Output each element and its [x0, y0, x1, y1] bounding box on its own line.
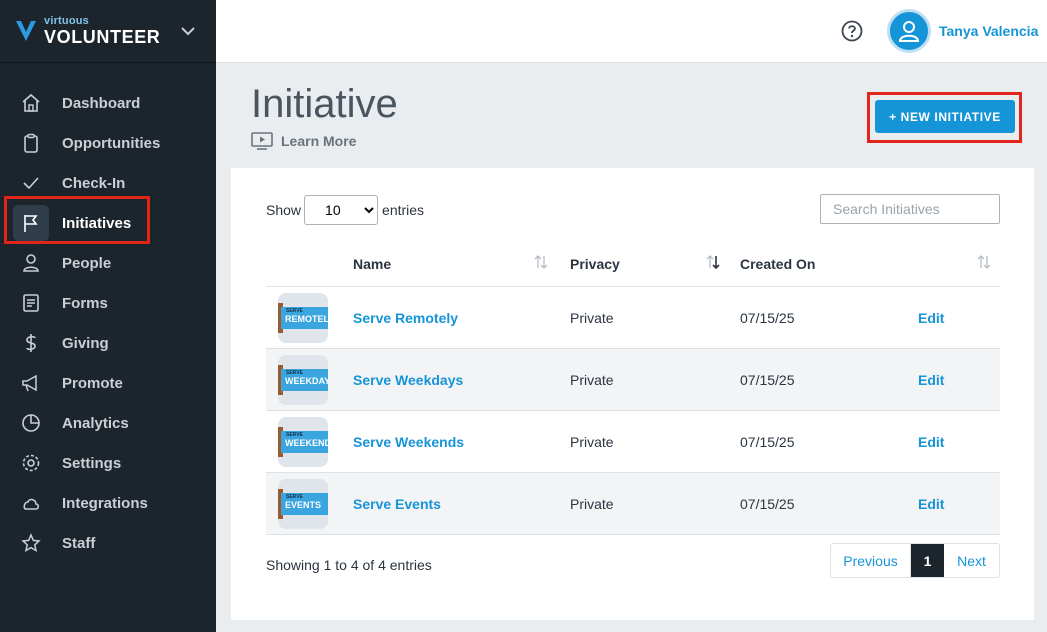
initiative-thumbnail: SERVE WEEKDAYS [278, 355, 328, 405]
sidebar-item-label: People [62, 254, 112, 272]
entries-label: entries [382, 202, 425, 218]
cloud-icon [20, 492, 42, 514]
column-header-privacy[interactable]: Privacy [570, 256, 620, 272]
column-header-name[interactable]: Name [353, 256, 391, 272]
privacy-cell: Private [570, 496, 614, 512]
initiative-thumbnail: SERVE WEEKENDS [278, 417, 328, 467]
created-on-cell: 07/15/25 [740, 434, 795, 450]
sidebar-item-label: Forms [62, 294, 108, 312]
privacy-cell: Private [570, 372, 614, 388]
home-icon [20, 92, 42, 114]
edit-link[interactable]: Edit [918, 372, 944, 388]
top-bar: Tanya Valencia [216, 0, 1047, 63]
sidebar-item-label: Check-In [62, 174, 126, 192]
initiative-name-link[interactable]: Serve Events [353, 496, 441, 512]
initiative-name-link[interactable]: Serve Remotely [353, 310, 458, 326]
user-icon [898, 21, 920, 42]
sidebar-item-people[interactable]: People [0, 243, 216, 283]
table-row: SERVE REMOTELY Serve Remotely Private 07… [266, 287, 1000, 349]
created-on-cell: 07/15/25 [740, 372, 795, 388]
thumbnail-word: WEEKENDS [285, 438, 328, 448]
star-icon [20, 532, 42, 554]
privacy-cell: Private [570, 310, 614, 326]
form-icon [20, 292, 42, 314]
edit-link[interactable]: Edit [918, 310, 944, 326]
table-row: SERVE EVENTS Serve Events Private 07/15/… [266, 473, 1000, 535]
initiatives-table: Name Privacy Created On SERVE REMOTELY S… [266, 240, 1000, 535]
sidebar-item-label: Settings [62, 454, 122, 472]
table-header: Name Privacy Created On [266, 240, 1000, 287]
next-page-button[interactable]: Next [944, 544, 999, 577]
gear-icon [20, 452, 42, 474]
dollar-icon [20, 332, 42, 354]
privacy-cell: Private [570, 434, 614, 450]
page-number-button[interactable]: 1 [911, 544, 944, 577]
previous-page-button[interactable]: Previous [831, 544, 911, 577]
avatar[interactable] [887, 9, 931, 53]
sidebar-item-forms[interactable]: Forms [0, 283, 216, 323]
virtuous-logo-icon [16, 21, 36, 41]
table-info: Showing 1 to 4 of 4 entries [266, 557, 432, 573]
help-icon[interactable] [841, 20, 863, 42]
learn-more-label: Learn More [281, 133, 357, 149]
highlight-box-initiatives [4, 196, 150, 244]
user-name[interactable]: Tanya Valencia [939, 23, 1038, 39]
initiative-name-link[interactable]: Serve Weekdays [353, 372, 463, 388]
column-header-created-on[interactable]: Created On [740, 256, 815, 272]
initiative-thumbnail: SERVE REMOTELY [278, 293, 328, 343]
sort-icon[interactable] [534, 254, 548, 270]
sidebar-item-giving[interactable]: Giving [0, 323, 216, 363]
brand[interactable]: virtuous VOLUNTEER [0, 0, 216, 63]
created-on-cell: 07/15/25 [740, 310, 795, 326]
show-label: Show [266, 202, 302, 218]
thumbnail-word: REMOTELY [285, 314, 328, 324]
video-icon [251, 132, 273, 150]
edit-link[interactable]: Edit [918, 434, 944, 450]
sidebar-item-label: Staff [62, 534, 96, 552]
sidebar-item-label: Opportunities [62, 134, 161, 152]
sort-icon[interactable] [977, 254, 991, 270]
pie-chart-icon [20, 412, 42, 434]
sidebar-item-integrations[interactable]: Integrations [0, 483, 216, 523]
sidebar-item-promote[interactable]: Promote [0, 363, 216, 403]
chevron-down-icon[interactable] [180, 23, 196, 39]
brand-text: virtuous VOLUNTEER [44, 15, 161, 47]
thumbnail-word: EVENTS [285, 500, 322, 510]
sidebar: virtuous VOLUNTEER Dashboard Opportuniti… [0, 0, 216, 632]
sidebar-item-analytics[interactable]: Analytics [0, 403, 216, 443]
megaphone-icon [20, 372, 42, 394]
page-size-select[interactable]: 10 [304, 195, 379, 225]
sidebar-item-label: Integrations [62, 494, 148, 512]
thumbnail-word: WEEKDAYS [285, 376, 328, 386]
search-input[interactable] [820, 194, 1000, 224]
initiative-thumbnail: SERVE EVENTS [278, 479, 328, 529]
table-row: SERVE WEEKENDS Serve Weekends Private 07… [266, 411, 1000, 473]
brand-name: VOLUNTEER [44, 27, 161, 47]
sidebar-nav: Dashboard Opportunities Check-In Initiat… [0, 63, 216, 563]
highlight-box-new-initiative [867, 92, 1022, 143]
learn-more-link[interactable]: Learn More [251, 132, 356, 150]
page-size-control: Show 10 entries [266, 195, 424, 225]
sidebar-item-label: Dashboard [62, 94, 141, 112]
person-icon [20, 252, 42, 274]
created-on-cell: 07/15/25 [740, 496, 795, 512]
edit-link[interactable]: Edit [918, 496, 944, 512]
sidebar-item-label: Analytics [62, 414, 129, 432]
check-icon [20, 172, 42, 194]
pagination: Previous 1 Next [830, 543, 1000, 578]
clipboard-icon [20, 132, 42, 154]
initiatives-card: Show 10 entries Name Privacy Created On [231, 168, 1034, 620]
table-row: SERVE WEEKDAYS Serve Weekdays Private 07… [266, 349, 1000, 411]
page-title: Initiative [251, 82, 398, 126]
sidebar-item-staff[interactable]: Staff [0, 523, 216, 563]
sidebar-item-label: Giving [62, 334, 109, 352]
brand-small: virtuous [44, 15, 89, 27]
sort-icon[interactable] [706, 254, 720, 270]
sidebar-item-label: Promote [62, 374, 123, 392]
sidebar-item-dashboard[interactable]: Dashboard [0, 83, 216, 123]
sidebar-item-settings[interactable]: Settings [0, 443, 216, 483]
sidebar-item-opportunities[interactable]: Opportunities [0, 123, 216, 163]
initiative-name-link[interactable]: Serve Weekends [353, 434, 464, 450]
